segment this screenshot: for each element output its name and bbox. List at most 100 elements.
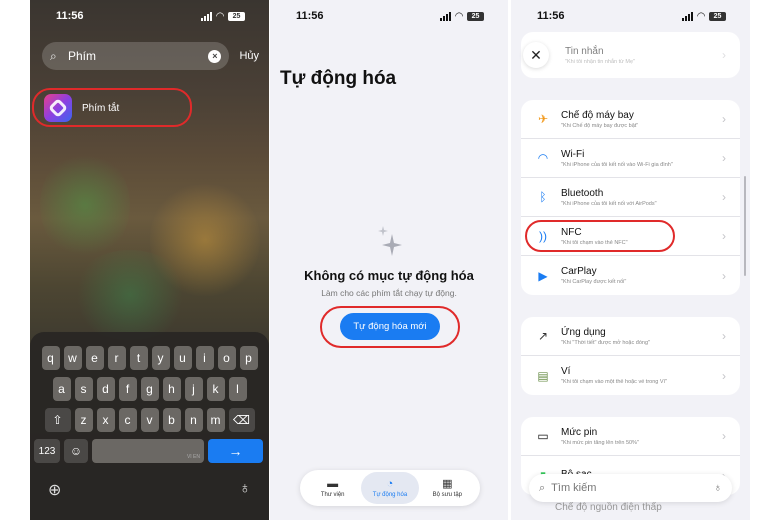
trigger-description: "Khi iPhone của tôi kết nối vào Wi-Fi gi… bbox=[561, 161, 673, 168]
key-d[interactable]: d bbox=[96, 377, 115, 401]
cellular-signal-icon bbox=[440, 11, 452, 21]
status-time: 11:56 bbox=[56, 10, 84, 22]
key-h[interactable]: h bbox=[162, 377, 181, 401]
key-w[interactable]: w bbox=[63, 346, 82, 370]
key-c[interactable]: c bbox=[118, 408, 137, 432]
globe-icon[interactable]: ⊕ bbox=[48, 480, 61, 500]
keyboard-bottom-bar: ⊕ ♁ bbox=[30, 470, 269, 500]
keyboard: qwertyuiop asdfghjkl ⇧ zxcvbnm ⌫ 123 ☺ V… bbox=[30, 332, 269, 520]
trigger-description: "Khi tôi chạm vào một thẻ hoặc vé trong … bbox=[561, 379, 668, 385]
trigger-description: "Khi Chế độ máy bay được bật" bbox=[561, 122, 639, 129]
search-query: Phím bbox=[68, 49, 97, 63]
key-x[interactable]: x bbox=[96, 408, 115, 432]
status-time: 11:56 bbox=[537, 10, 565, 22]
library-icon: ▬ bbox=[327, 477, 339, 490]
battery-icon: 25 bbox=[709, 11, 726, 21]
keyboard-row: asdfghjkl bbox=[30, 377, 269, 401]
key-t[interactable]: t bbox=[129, 346, 148, 370]
key-s[interactable]: s bbox=[74, 377, 93, 401]
automation-trigger-panel: 11:56 ◠ 25 ✕ Tin nhắn "Khi tôi nhận tin … bbox=[511, 0, 750, 520]
trigger-title: Wi-Fi bbox=[561, 148, 585, 160]
page-title: Tự động hóa bbox=[280, 68, 397, 89]
key-m[interactable]: m bbox=[206, 408, 225, 432]
space-key[interactable]: VI EN bbox=[92, 439, 204, 463]
trigger-row[interactable]: ▶ CarPlay "Khi CarPlay được kết nối" › bbox=[521, 256, 740, 295]
key-j[interactable]: j bbox=[184, 377, 203, 401]
trigger-row-messages[interactable]: Tin nhắn "Khi tôi nhận tin nhắn từ Mẹ" › bbox=[521, 32, 740, 78]
key-e[interactable]: e bbox=[85, 346, 104, 370]
spotlight-search-input[interactable]: ⌕ Phím × bbox=[42, 42, 230, 70]
chevron-right-icon: › bbox=[722, 368, 726, 383]
chevron-right-icon: › bbox=[722, 190, 726, 204]
trigger-title: CarPlay bbox=[561, 266, 597, 277]
tab-gallery[interactable]: ▦ Bộ sưu tập bbox=[419, 472, 476, 504]
key-g[interactable]: g bbox=[140, 377, 159, 401]
key-p[interactable]: p bbox=[239, 346, 258, 370]
trigger-title: Chế độ nguồn điện thấp bbox=[555, 502, 662, 513]
battery-icon: 25 bbox=[228, 11, 245, 21]
key-f[interactable]: f bbox=[118, 377, 137, 401]
gallery-icon: ▦ bbox=[442, 477, 453, 490]
key-z[interactable]: z bbox=[74, 408, 93, 432]
delete-key[interactable]: ⌫ bbox=[228, 408, 255, 432]
trigger-row[interactable]: ↗ Ứng dụng "Khi "Thời tiết" được mở hoặc đ… bbox=[521, 317, 740, 356]
key-u[interactable]: u bbox=[173, 346, 192, 370]
close-icon: ✕ bbox=[530, 46, 542, 63]
emoji-key[interactable]: ☺ bbox=[64, 439, 88, 463]
highlight-ring bbox=[32, 88, 192, 127]
shift-key[interactable]: ⇧ bbox=[44, 408, 71, 432]
chevron-right-icon: › bbox=[722, 229, 726, 243]
wallpaper-blur bbox=[70, 250, 190, 340]
key-l[interactable]: l bbox=[228, 377, 247, 401]
numbers-key[interactable]: 123 bbox=[34, 439, 60, 463]
trigger-row[interactable]: ▭ Mức pin "Khi mức pin tăng lên trên 50%" › bbox=[521, 417, 740, 456]
battery-level-icon: ▭ bbox=[537, 429, 549, 443]
return-key[interactable]: → bbox=[208, 439, 263, 463]
scroll-indicator[interactable] bbox=[744, 176, 746, 276]
empty-state-subtitle: Làm cho các phím tắt chạy tự động. bbox=[321, 288, 457, 298]
status-time: 11:56 bbox=[296, 10, 324, 22]
key-n[interactable]: n bbox=[184, 408, 203, 432]
key-v[interactable]: v bbox=[140, 408, 159, 432]
trigger-description: "Khi CarPlay được kết nối" bbox=[561, 279, 627, 285]
battery-icon: 25 bbox=[467, 11, 484, 21]
chevron-right-icon: › bbox=[722, 429, 726, 443]
key-r[interactable]: r bbox=[107, 346, 126, 370]
key-a[interactable]: a bbox=[52, 377, 71, 401]
cancel-button[interactable]: Hủy bbox=[239, 50, 259, 62]
key-i[interactable]: i bbox=[195, 346, 214, 370]
cellular-signal-icon bbox=[682, 11, 694, 21]
tab-automation[interactable]: ◔ Tự động hóa bbox=[361, 472, 419, 504]
trigger-title: Chế độ máy bay bbox=[561, 109, 634, 121]
empty-state-title: Không có mục tự động hóa bbox=[304, 268, 474, 283]
wifi-icon: ◠ bbox=[537, 151, 549, 165]
trigger-row[interactable]: ᛒ Bluetooth "Khi iPhone của tôi kết nối vớ… bbox=[521, 178, 740, 217]
status-bar: 11:56 ◠ 25 bbox=[30, 8, 269, 24]
key-y[interactable]: y bbox=[151, 346, 170, 370]
key-o[interactable]: o bbox=[217, 346, 236, 370]
tab-library[interactable]: ▬ Thư viện bbox=[304, 472, 361, 504]
trigger-title: Bluetooth bbox=[561, 187, 604, 199]
trigger-description: "Khi "Thời tiết" được mở hoặc đóng" bbox=[561, 339, 650, 346]
trigger-row[interactable]: ◠ Wi-Fi "Khi iPhone của tôi kết nối vào Wi… bbox=[521, 139, 740, 178]
close-button[interactable]: ✕ bbox=[523, 42, 549, 68]
chevron-right-icon: › bbox=[722, 48, 726, 62]
microphone-icon[interactable]: ♁ bbox=[239, 480, 251, 500]
key-b[interactable]: b bbox=[162, 408, 181, 432]
trigger-title: Ứng dụng bbox=[561, 326, 606, 338]
cellular-signal-icon bbox=[201, 11, 213, 21]
chevron-right-icon: › bbox=[722, 329, 726, 343]
microphone-icon[interactable]: ♁ bbox=[714, 482, 722, 494]
status-bar: 11:56 ◠ 25 bbox=[511, 8, 750, 24]
key-q[interactable]: q bbox=[41, 346, 60, 370]
screenshot-root: 11:56 ◠ 25 ⌕ Phím × Hủy Phím tắt qwertyu… bbox=[0, 0, 780, 520]
trigger-description: "Khi iPhone của tôi kết nối với AirPods" bbox=[561, 200, 657, 207]
trigger-row[interactable]: ▤ Ví "Khi tôi chạm vào một thẻ hoặc vé tro… bbox=[521, 356, 740, 395]
trigger-row[interactable]: ✈ Chế độ máy bay "Khi Chế độ máy bay được … bbox=[521, 100, 740, 139]
trigger-title: Ví bbox=[561, 366, 571, 377]
airplane-icon: ✈ bbox=[537, 112, 549, 126]
tab-bar: ▬ Thư viện ◔ Tự động hóa ▦ Bộ sưu tập bbox=[300, 470, 480, 506]
trigger-search-input[interactable]: ⌕ Tìm kiếm ♁ bbox=[529, 474, 732, 502]
clear-icon[interactable]: × bbox=[208, 49, 222, 63]
key-k[interactable]: k bbox=[206, 377, 225, 401]
